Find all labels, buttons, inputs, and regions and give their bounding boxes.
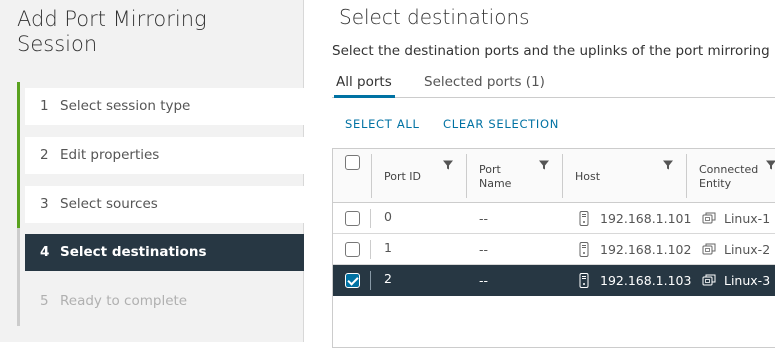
tab-all-ports[interactable]: All ports <box>336 74 392 90</box>
vm-icon <box>702 243 716 255</box>
table-row[interactable]: 1 -- 192.168.1.102 Linux-2 <box>333 234 775 265</box>
wizard-sidebar: Add Port Mirroring Session 1 Select sess… <box>0 0 304 342</box>
table-row[interactable]: 2 -- 192.168.1.103 Linux-3 <box>333 265 775 296</box>
cell-port-id: 2 <box>384 271 392 286</box>
step-number: 4 <box>40 244 50 260</box>
vm-icon <box>702 212 716 224</box>
step-number: 1 <box>40 98 49 114</box>
cell-host: 192.168.1.103 <box>600 273 692 288</box>
tab-selected-ports[interactable]: Selected ports (1) <box>424 74 545 90</box>
wizard-step-2[interactable]: 2 Edit properties <box>25 137 304 174</box>
column-separator <box>370 209 371 228</box>
step-label: Ready to complete <box>60 293 188 309</box>
wizard-step-1[interactable]: 1 Select session type <box>25 88 304 125</box>
column-header-connected-entity[interactable]: Connected Entity <box>699 163 763 191</box>
wizard-title: Add Port Mirroring Session <box>17 7 207 56</box>
cell-port-id: 1 <box>384 240 392 255</box>
column-separator <box>370 271 371 290</box>
column-header-host[interactable]: Host <box>575 170 600 184</box>
cell-host: 192.168.1.101 <box>600 211 692 226</box>
filter-icon[interactable] <box>765 159 775 171</box>
row-checkbox[interactable] <box>345 211 360 226</box>
step-label: Edit properties <box>60 147 160 163</box>
cell-connected-entity: Linux-3 <box>724 273 771 288</box>
column-separator <box>686 154 687 198</box>
select-all-checkbox[interactable] <box>345 155 360 170</box>
wizard-step-4[interactable]: 4 Select destinations <box>25 234 304 271</box>
vm-icon <box>702 274 716 286</box>
cell-host: 192.168.1.102 <box>600 242 692 257</box>
filter-icon[interactable] <box>442 159 454 171</box>
host-icon <box>579 273 589 288</box>
page-subtitle: Select the destination ports and the upl… <box>332 43 770 59</box>
select-all-button[interactable]: SELECT ALL <box>345 117 420 131</box>
cell-connected-entity: Linux-2 <box>724 242 771 257</box>
clear-selection-button[interactable]: CLEAR SELECTION <box>443 117 559 131</box>
step-number: 3 <box>40 196 49 212</box>
host-icon <box>579 211 589 226</box>
page-title: Select destinations <box>339 5 530 29</box>
grid-header: Port ID Port Name Host Connected Entity <box>333 149 775 203</box>
cell-connected-entity: Linux-1 <box>724 211 771 226</box>
cell-port-name: -- <box>479 273 489 288</box>
table-row[interactable]: 0 -- 192.168.1.101 Linux-1 <box>333 203 775 234</box>
cell-port-id: 0 <box>384 209 392 224</box>
cell-port-name: -- <box>479 211 489 226</box>
ports-datagrid: Port ID Port Name Host Connected Entity … <box>332 148 775 348</box>
row-checkbox[interactable] <box>345 273 360 288</box>
step-number: 5 <box>40 293 49 309</box>
column-separator <box>371 154 372 198</box>
row-checkbox[interactable] <box>345 242 360 257</box>
step-label: Select session type <box>60 98 191 114</box>
tab-divider <box>332 97 775 98</box>
column-separator <box>466 154 467 198</box>
wizard-step-3[interactable]: 3 Select sources <box>25 186 304 223</box>
cell-port-name: -- <box>479 242 489 257</box>
wizard-step-5: 5 Ready to complete <box>25 283 304 320</box>
column-separator <box>562 154 563 198</box>
filter-icon[interactable] <box>662 159 674 171</box>
column-header-port-id[interactable]: Port ID <box>384 170 421 184</box>
active-tab-indicator <box>334 95 395 98</box>
column-separator <box>370 240 371 259</box>
filter-icon[interactable] <box>538 159 550 171</box>
step-label: Select destinations <box>60 244 207 260</box>
column-header-port-name[interactable]: Port Name <box>479 163 523 191</box>
step-number: 2 <box>40 147 49 163</box>
progress-rail-pending <box>17 228 20 326</box>
host-icon <box>579 242 589 257</box>
progress-rail-completed <box>17 82 20 228</box>
step-label: Select sources <box>60 196 158 212</box>
